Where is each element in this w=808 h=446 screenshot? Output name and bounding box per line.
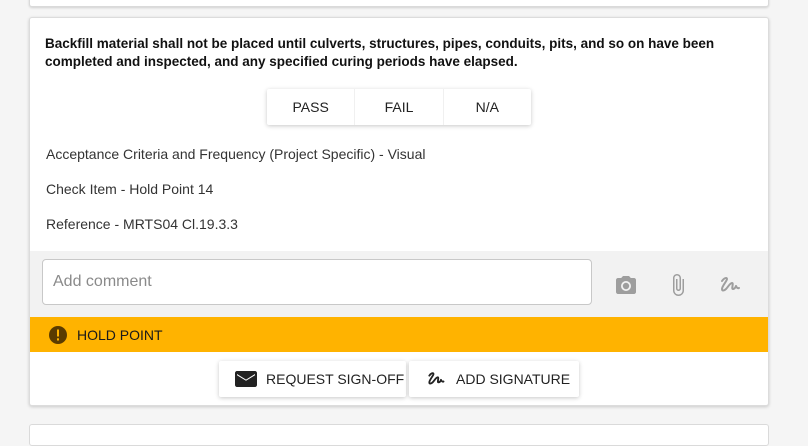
check-item-text: Check Item - Hold Point 14 xyxy=(46,181,214,197)
pass-button[interactable]: PASS xyxy=(267,89,354,125)
add-signature-label: ADD SIGNATURE xyxy=(456,371,571,387)
request-signoff-button[interactable]: REQUEST SIGN-OFF xyxy=(219,361,406,397)
checklist-item-card: Backfill material shall not be placed un… xyxy=(29,17,769,406)
result-choice-group: PASS FAIL N/A xyxy=(267,89,531,125)
camera-icon[interactable] xyxy=(612,271,640,299)
comment-bar xyxy=(30,251,768,317)
hold-point-banner: HOLD POINT xyxy=(30,317,768,352)
mail-icon xyxy=(235,371,257,387)
next-card xyxy=(29,424,769,446)
comment-input[interactable] xyxy=(42,259,592,305)
add-signature-button[interactable]: ADD SIGNATURE xyxy=(409,361,579,397)
question-text: Backfill material shall not be placed un… xyxy=(45,36,715,69)
signature-icon[interactable] xyxy=(716,271,744,299)
attachment-icon[interactable] xyxy=(664,271,692,299)
reference-text: Reference - MRTS04 Cl.19.3.3 xyxy=(46,216,238,232)
signature-icon xyxy=(428,372,445,385)
request-signoff-label: REQUEST SIGN-OFF xyxy=(266,371,405,387)
na-button[interactable]: N/A xyxy=(442,89,531,125)
acceptance-criteria-text: Acceptance Criteria and Frequency (Proje… xyxy=(46,146,426,162)
hold-point-label: HOLD POINT xyxy=(77,326,163,343)
warning-icon xyxy=(48,325,68,345)
fail-button[interactable]: FAIL xyxy=(354,89,442,125)
previous-card xyxy=(29,0,769,7)
